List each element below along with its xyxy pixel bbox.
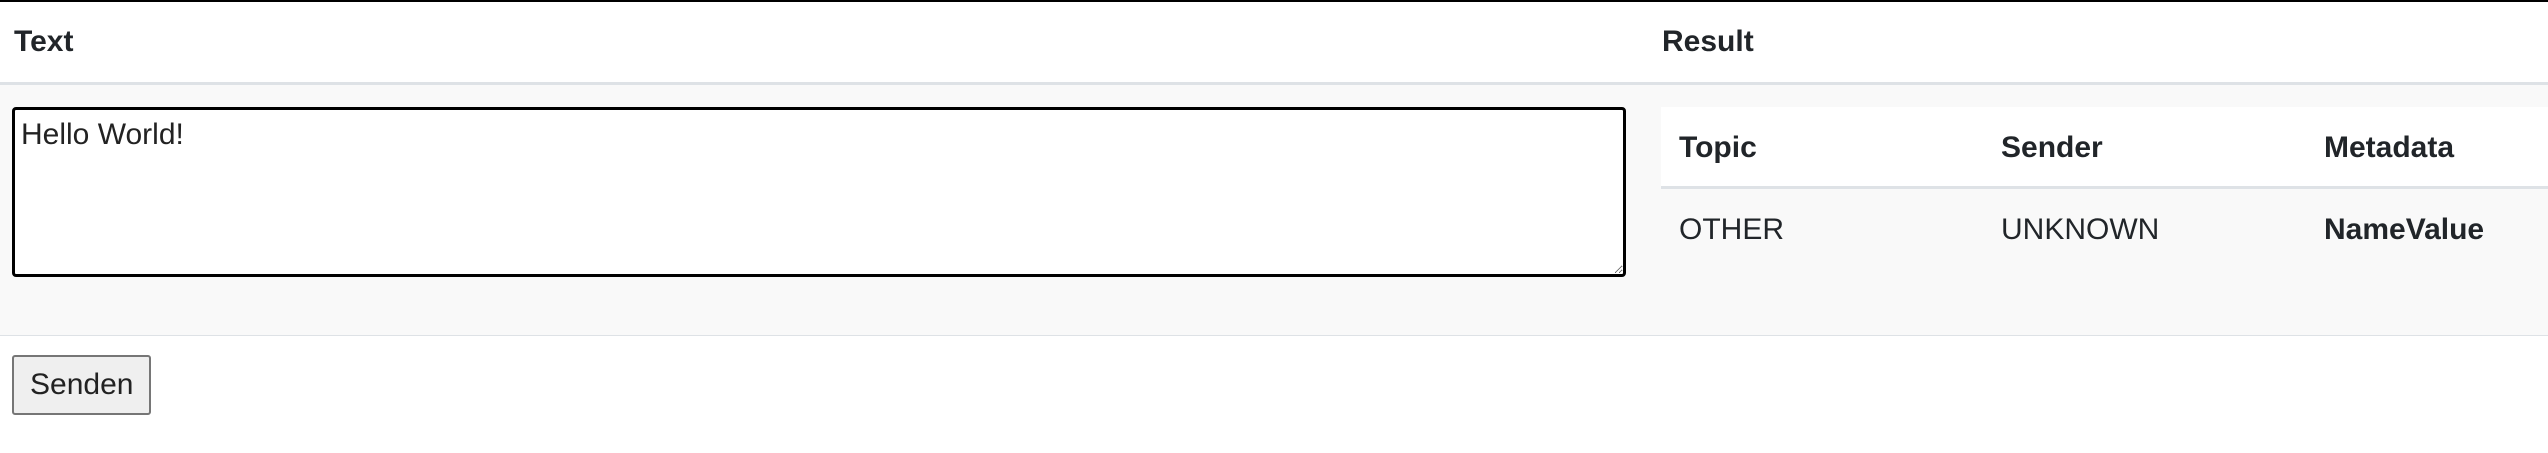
column-metadata: Metadata [2324,131,2455,164]
sender-value: UNKNOWN [2001,213,2160,246]
text-cell [0,85,1645,335]
column-sender: Sender [2001,131,2103,164]
result-table: Topic Sender Metadata OTHER UNKNOWN Name… [1661,107,2548,271]
result-data-row: OTHER UNKNOWN NameValue [1661,189,2548,271]
header-text: Text [14,25,74,58]
metadata-name-header: Name [2324,213,2406,246]
table-header-row: Text Result [0,2,2548,85]
metadata-table: NameValue [2324,189,2484,271]
result-cell: Topic Sender Metadata OTHER UNKNOWN Name… [1645,85,2548,335]
table-row: Topic Sender Metadata OTHER UNKNOWN Name… [0,85,2548,336]
topic-value: OTHER [1679,213,1784,246]
header-result: Result [1662,25,1754,58]
message-form: Text Result Topic Sender Metadata OTHER … [0,0,2548,453]
metadata-value-header: Value [2405,213,2485,246]
column-topic: Topic [1679,131,1757,164]
send-button[interactable]: Senden [12,355,152,415]
result-header-row: Topic Sender Metadata [1661,107,2548,189]
message-textarea[interactable] [12,107,1626,277]
